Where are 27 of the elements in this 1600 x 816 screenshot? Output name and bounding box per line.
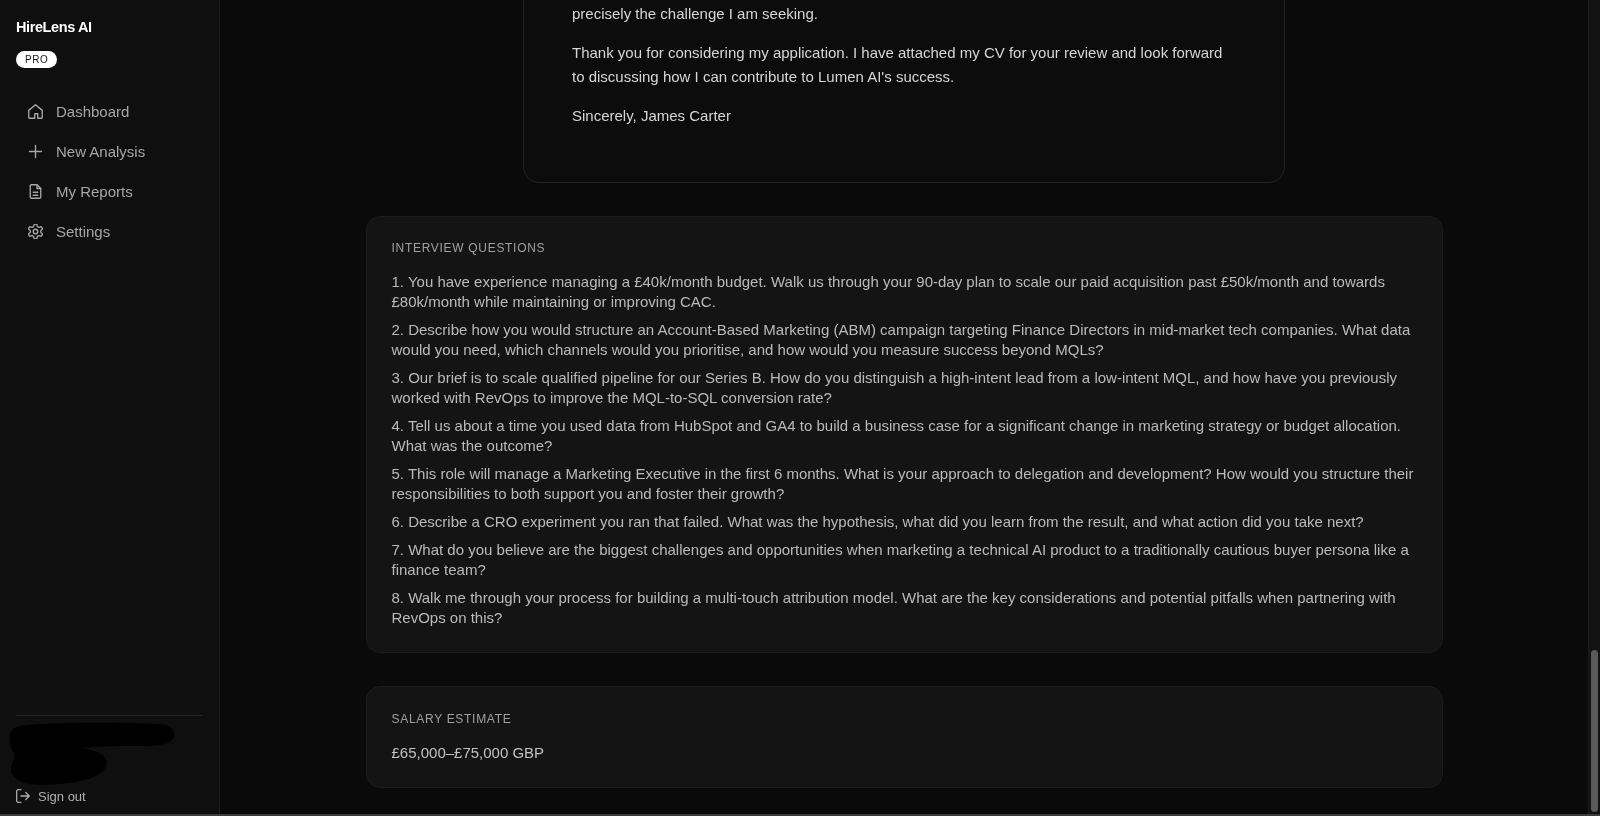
nav-item[interactable]: Settings	[16, 213, 203, 249]
section-heading: SALARY ESTIMATE	[391, 712, 513, 726]
question-text: 7. What do you believe are the biggest challenges and opportunities when marketing a technical AI product to a traditionally cautious buyer persona like a finance team?	[391, 540, 1410, 580]
plan-badge: PRO	[16, 51, 58, 68]
logout-icon	[16, 789, 30, 803]
document-icon	[28, 183, 43, 199]
nav-item[interactable]: New Analysis	[16, 133, 203, 169]
home-icon	[28, 103, 43, 119]
plus-icon	[28, 143, 43, 159]
scrollbar-thumb[interactable]	[1591, 650, 1598, 812]
question-text: 3. Our brief is to scale qualified pipeline for our Series B. How do you distinguish a high-intent lead from a low-intent MQL, and how have you previously worked with RevOps to improve the MQL-to-SQL conversion rate?	[391, 368, 1399, 408]
sign-out-button[interactable]: Sign out	[16, 786, 86, 806]
question-text: 6. Describe a CRO experiment you ran that failed. What was the hypothesis, what did you learn from the result, and what action did you take next?	[391, 512, 1365, 532]
settings-icon	[28, 223, 43, 239]
question-text: 5. This role will manage a Marketing Executive in the first 6 months. What is your approach to delegation and development? How would you structure their responsibilities to both support you and foster their growth?	[391, 464, 1415, 504]
salary-value: £65,000–£75,000 GBP	[391, 743, 546, 763]
letter-paragraph: precisely the challenge I am seeking.	[572, 4, 819, 24]
nav-item[interactable]: Dashboard	[16, 93, 203, 129]
letter-paragraph: Thank you for considering my application. I have attached my CV for your review and look forward to discussing how I can contribute to Lumen AI's success.	[572, 43, 1224, 87]
section-heading: INTERVIEW QUESTIONS	[391, 241, 547, 255]
question-text: 1. You have experience managing a £40k/month budget. Walk us through your 90-day plan to scale our paid acquisition past £50k/month and towards £80k/month while maintaining or improving CAC.	[391, 272, 1386, 312]
letter-paragraph: Sincerely, James Carter	[572, 106, 732, 126]
question-text: 8. Walk me through your process for building a multi-touch attribution model. What are the key considerations and potential pitfalls when partnering with RevOps on this?	[391, 588, 1397, 628]
question-text: 4. Tell us about a time you used data from HubSpot and GA4 to build a business case for a significant change in marketing strategy or budget allocation. What was the outcome?	[391, 416, 1402, 456]
brand-name: HireLens AI	[16, 19, 92, 36]
nav-item[interactable]: My Reports	[16, 173, 203, 209]
question-text: 2. Describe how you would structure an Account-Based Marketing (ABM) campaign targeting Finance Directors in mid-market tech companies. What data would you need, which channels would you prioritise, and how would you measure success beyond MQLs?	[391, 320, 1412, 360]
